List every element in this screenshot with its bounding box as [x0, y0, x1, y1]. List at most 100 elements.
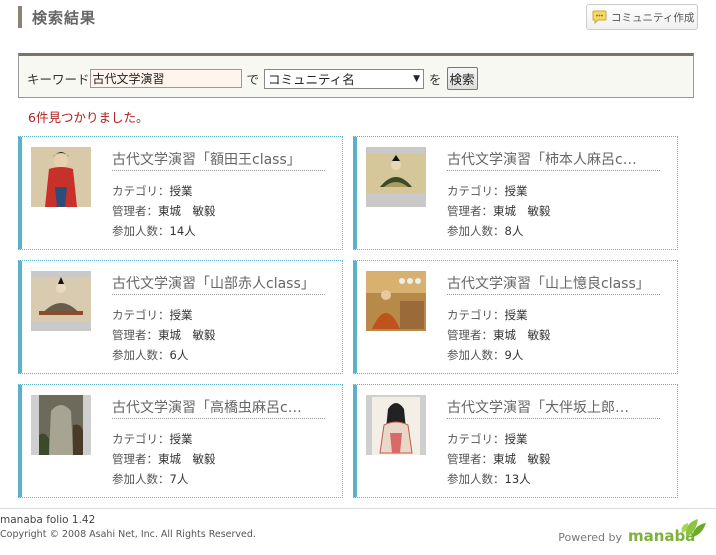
category-row: カテゴリ：授業: [112, 307, 193, 323]
category-row: カテゴリ：授業: [112, 431, 193, 447]
copyright-text: Copyright © 2008 Asahi Net, Inc. All Rig…: [0, 529, 256, 540]
manager-row: 管理者：東城 敏毅: [447, 203, 551, 219]
members-row: 参加人数：7人: [112, 471, 188, 487]
manager-label: 管理者：: [112, 452, 158, 466]
members-value: 14人: [169, 224, 196, 238]
category-value: 授業: [504, 184, 528, 198]
portrait-image-icon: [366, 395, 426, 455]
keyword-label: キーワード: [27, 72, 90, 87]
category-row: カテゴリ：授業: [112, 183, 193, 199]
community-name-link[interactable]: 古代文学演習「山部赤人class」: [112, 273, 325, 295]
category-value: 授業: [504, 308, 528, 322]
search-row: キーワード で コミュニティ名 ▼ を 検索: [27, 67, 478, 90]
community-thumbnail[interactable]: [31, 271, 91, 331]
manager-label: 管理者：: [447, 204, 493, 218]
page-title: 検索結果: [32, 9, 97, 27]
community-card[interactable]: 古代文学演習「額田王class」 カテゴリ：授業 管理者：東城 敏毅 参加人数：…: [18, 136, 343, 250]
category-value: 授業: [169, 308, 193, 322]
community-thumbnail[interactable]: [31, 147, 91, 207]
community-card[interactable]: 古代文学演習「大伴坂上郎… カテゴリ：授業 管理者：東城 敏毅 参加人数：13人: [353, 384, 678, 498]
search-panel: キーワード で コミュニティ名 ▼ を 検索: [18, 53, 694, 98]
community-card[interactable]: 古代文学演習「山部赤人class」 カテゴリ：授業 管理者：東城 敏毅 参加人数…: [18, 260, 343, 374]
manager-row: 管理者：東城 敏毅: [447, 451, 551, 467]
members-label: 参加人数：: [447, 348, 505, 362]
members-value: 8人: [504, 224, 524, 238]
members-row: 参加人数：6人: [112, 347, 188, 363]
version-text: manaba folio 1.42: [0, 514, 96, 526]
manager-label: 管理者：: [447, 328, 493, 342]
category-value: 授業: [169, 432, 193, 446]
community-card[interactable]: 古代文学演習「柿本人麻呂c… カテゴリ：授業 管理者：東城 敏毅 参加人数：8人: [353, 136, 678, 250]
manager-value: 東城 敏毅: [158, 328, 216, 342]
leaf-logo-icon: [681, 519, 706, 537]
footer: manaba folio 1.42 Copyright © 2008 Asahi…: [0, 508, 716, 555]
community-name-link[interactable]: 古代文学演習「額田王class」: [112, 149, 325, 171]
members-label: 参加人数：: [112, 472, 170, 486]
community-name-link[interactable]: 古代文学演習「柿本人麻呂c…: [447, 149, 660, 171]
title-accent-bar: [18, 6, 22, 28]
result-count: 6件見つかりました。: [28, 110, 149, 125]
members-label: 参加人数：: [447, 472, 505, 486]
category-row: カテゴリ：授業: [447, 183, 528, 199]
manager-value: 東城 敏毅: [158, 452, 216, 466]
members-value: 9人: [504, 348, 524, 362]
manager-row: 管理者：東城 敏毅: [112, 451, 216, 467]
community-card[interactable]: 古代文学演習「高橋虫麻呂c… カテゴリ：授業 管理者：東城 敏毅 参加人数：7人: [18, 384, 343, 498]
manager-value: 東城 敏毅: [493, 452, 551, 466]
community-name-link[interactable]: 古代文学演習「山上憶良class」: [447, 273, 660, 295]
powered-by: Powered by manaba: [558, 515, 708, 545]
manager-row: 管理者：東城 敏毅: [112, 327, 216, 343]
manager-row: 管理者：東城 敏毅: [447, 327, 551, 343]
members-value: 13人: [504, 472, 531, 486]
category-label: カテゴリ：: [447, 184, 505, 198]
category-label: カテゴリ：: [447, 308, 505, 322]
painting-image-icon: [366, 271, 426, 331]
members-row: 参加人数：14人: [112, 223, 196, 239]
manager-value: 東城 敏毅: [493, 328, 551, 342]
manager-label: 管理者：: [112, 328, 158, 342]
create-community-button[interactable]: コミュニティ作成: [586, 4, 698, 30]
category-label: カテゴリ：: [112, 184, 170, 198]
chevron-down-icon: ▼: [413, 73, 421, 84]
category-row: カテゴリ：授業: [447, 307, 528, 323]
members-value: 7人: [169, 472, 189, 486]
manager-value: 東城 敏毅: [158, 204, 216, 218]
manager-row: 管理者：東城 敏毅: [112, 203, 216, 219]
manager-label: 管理者：: [447, 452, 493, 466]
members-label: 参加人数：: [447, 224, 505, 238]
search-target-select[interactable]: コミュニティ名 ▼: [264, 68, 425, 89]
monument-image-icon: [31, 395, 91, 455]
search-target-value: コミュニティ名: [268, 72, 355, 87]
members-row: 参加人数：13人: [447, 471, 531, 487]
members-label: 参加人数：: [112, 348, 170, 362]
portrait-image-icon: [31, 271, 91, 331]
manaba-logo[interactable]: manaba: [628, 515, 708, 545]
community-card[interactable]: 古代文学演習「山上憶良class」 カテゴリ：授業 管理者：東城 敏毅 参加人数…: [353, 260, 678, 374]
wo-label: を: [429, 72, 442, 87]
community-thumbnail[interactable]: [366, 271, 426, 331]
members-label: 参加人数：: [112, 224, 170, 238]
manager-value: 東城 敏毅: [493, 204, 551, 218]
members-row: 参加人数：8人: [447, 223, 523, 239]
community-thumbnail[interactable]: [366, 147, 426, 207]
members-value: 6人: [169, 348, 189, 362]
portrait-image-icon: [31, 147, 91, 207]
speech-bubble-icon: [592, 10, 607, 24]
community-name-link[interactable]: 古代文学演習「大伴坂上郎…: [447, 397, 660, 419]
powered-by-label: Powered by: [558, 530, 622, 544]
category-value: 授業: [504, 432, 528, 446]
category-label: カテゴリ：: [112, 432, 170, 446]
category-label: カテゴリ：: [447, 432, 505, 446]
members-row: 参加人数：9人: [447, 347, 523, 363]
community-name-link[interactable]: 古代文学演習「高橋虫麻呂c…: [112, 397, 325, 419]
category-row: カテゴリ：授業: [447, 431, 528, 447]
community-thumbnail[interactable]: [31, 395, 91, 455]
keyword-input[interactable]: [89, 69, 242, 88]
portrait-image-icon: [366, 147, 426, 207]
category-value: 授業: [169, 184, 193, 198]
category-label: カテゴリ：: [112, 308, 170, 322]
community-thumbnail[interactable]: [366, 395, 426, 455]
manager-label: 管理者：: [112, 204, 158, 218]
search-button[interactable]: 検索: [446, 67, 478, 90]
de-label: で: [246, 72, 260, 87]
